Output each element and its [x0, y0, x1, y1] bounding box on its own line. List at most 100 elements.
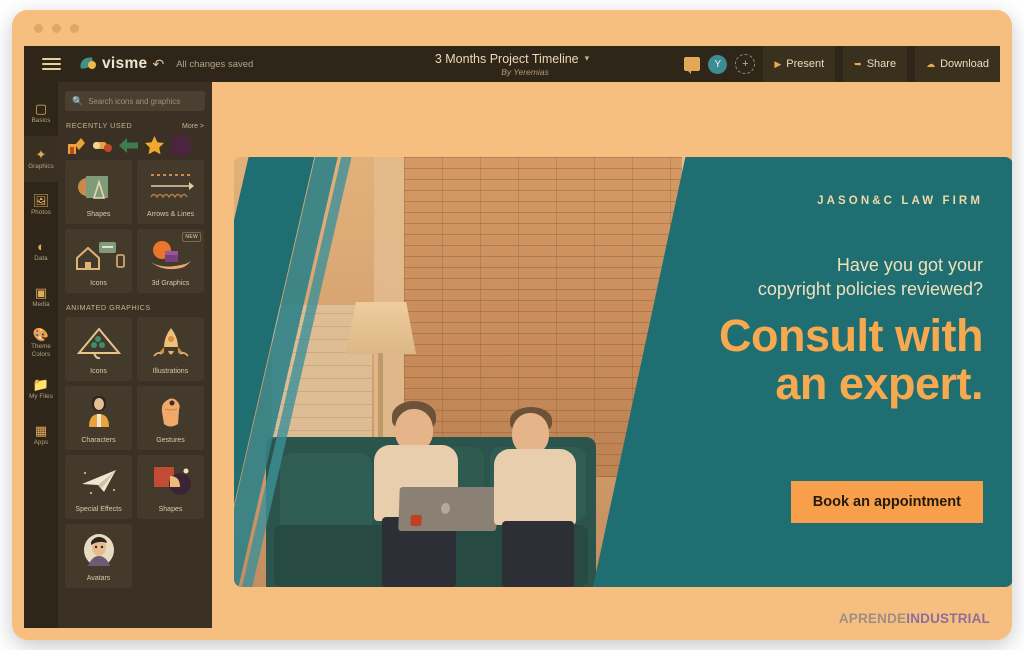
present-button[interactable]: ▶ Present: [763, 46, 836, 82]
avatar[interactable]: Y: [708, 54, 728, 74]
recently-used-more-link[interactable]: More >: [182, 123, 204, 130]
slide-headline-line1: Consult with: [719, 309, 983, 361]
slide-subhead[interactable]: Have you got your copyright policies rev…: [653, 253, 983, 302]
search-icon: 🔍: [72, 95, 84, 106]
tile-animated-shapes[interactable]: Shapes: [137, 455, 204, 519]
tile-3d-graphics[interactable]: NEW 3d Graphics: [137, 229, 204, 293]
visme-mark-icon: [79, 56, 97, 72]
folder-icon: 📁: [32, 376, 50, 392]
share-arrow-icon: ➥: [854, 58, 862, 69]
sidebar-item-label: Graphics: [28, 162, 54, 170]
tile-avatars[interactable]: Avatars: [65, 524, 132, 588]
search-input[interactable]: 🔍 Search icons and graphics: [65, 91, 205, 111]
top-toolbar: visme ↶ All changes saved 3 Months Proje…: [24, 46, 1000, 82]
character-tile-icon: [65, 386, 132, 437]
new-badge: NEW: [182, 232, 201, 242]
tile-label: Icons: [90, 280, 107, 287]
recently-used-row: [65, 135, 205, 160]
download-label: Download: [940, 58, 989, 70]
left-icon-rail: ▢ Basics ✦ Graphics 🖼 Photos ◐ Data ▣ Me…: [24, 82, 58, 628]
chevron-down-icon[interactable]: ▾: [585, 53, 590, 64]
slide-subhead-line2: copyright policies reviewed?: [757, 279, 983, 300]
tile-gestures[interactable]: Gestures: [137, 386, 204, 450]
graphic-star[interactable]: [144, 135, 165, 156]
sidebar-item-photos[interactable]: 🖼 Photos: [24, 182, 58, 228]
tile-label: Avatars: [86, 575, 111, 582]
graphic-left-arrow[interactable]: [118, 135, 139, 156]
app-window: visme ↶ All changes saved 3 Months Proje…: [12, 10, 1012, 640]
tile-label: Illustrations: [152, 368, 189, 375]
tile-icons[interactable]: Icons: [65, 229, 132, 293]
sidebar-item-label: Media: [32, 300, 50, 308]
sidebar-item-graphics[interactable]: ✦ Graphics: [24, 136, 58, 182]
sidebar-item-label: Basics: [31, 116, 51, 124]
sidebar-item-label: Theme Colors: [31, 343, 51, 358]
paper-plane-tile-icon: [65, 455, 132, 506]
sidebar-item-apps[interactable]: ▦ Apps: [24, 412, 58, 458]
slide-kicker[interactable]: JASON&C LAW FIRM: [653, 195, 983, 207]
graphic-square[interactable]: [170, 135, 191, 156]
slide-headline[interactable]: Consult with an expert.: [653, 309, 983, 410]
graphic-capsule[interactable]: [92, 135, 113, 156]
tile-characters[interactable]: Characters: [65, 386, 132, 450]
slide-headline-line2: an expert.: [775, 358, 983, 410]
animated-graphics-header: ANIMATED GRAPHICS: [66, 303, 204, 312]
sidebar-item-my-files[interactable]: 📁 My Files: [24, 366, 58, 412]
editor-canvas[interactable]: JASON&C LAW FIRM Have you got your copyr…: [212, 82, 1012, 640]
tile-label: 3d Graphics: [151, 280, 190, 287]
animated-icons-tile-icon: [65, 317, 132, 368]
window-titlebar: [12, 10, 1012, 46]
tile-special-effects[interactable]: Special Effects: [65, 455, 132, 519]
cloud-download-icon: ☁: [926, 58, 936, 69]
sidebar-item-label: Data: [34, 254, 48, 262]
share-button[interactable]: ➥ Share: [843, 46, 908, 82]
icons-tile-icon: [65, 229, 132, 280]
undo-icon[interactable]: ↶: [152, 57, 164, 71]
window-close-dot[interactable]: [34, 24, 43, 33]
sidebar-item-label: Photos: [31, 208, 51, 216]
tile-label: Characters: [81, 437, 116, 444]
sidebar-item-label: My Files: [29, 392, 53, 400]
hamburger-icon[interactable]: [32, 58, 70, 70]
sidebar-item-data[interactable]: ◐ Data: [24, 228, 58, 274]
graphics-panel: 🔍 Search icons and graphics RECENTLY USE…: [58, 82, 212, 628]
book-appointment-button[interactable]: Book an appointment: [790, 481, 983, 523]
shapes-tile-icon: [65, 160, 132, 211]
slide[interactable]: JASON&C LAW FIRM Have you got your copyr…: [234, 157, 1012, 587]
tile-label: Icons: [90, 368, 107, 375]
graphic-arrow-up[interactable]: [66, 135, 87, 156]
download-button[interactable]: ☁ Download: [915, 46, 1000, 82]
watermark-second: INDUSTRIAL: [906, 611, 990, 626]
share-label: Share: [866, 58, 897, 70]
sidebar-item-theme-colors[interactable]: 🎨 Theme Colors: [24, 320, 58, 366]
tile-illustrations[interactable]: Illustrations: [137, 317, 204, 381]
document-author: By Yeremias: [501, 66, 549, 77]
window-maximize-dot[interactable]: [70, 24, 79, 33]
sidebar-item-media[interactable]: ▣ Media: [24, 274, 58, 320]
arrows-lines-tile-icon: [137, 160, 204, 211]
animated-shapes-tile-icon: [137, 455, 204, 506]
toolbar-right-group: Y + ▶ Present ➥ Share ☁ Download: [684, 46, 1000, 82]
sidebar-item-label: Apps: [33, 438, 49, 446]
graphics-icon: ✦: [35, 146, 47, 162]
watermark: APRENDEINDUSTRIAL: [839, 611, 990, 626]
window-minimize-dot[interactable]: [52, 24, 61, 33]
sidebar-item-basics[interactable]: ▢ Basics: [24, 90, 58, 136]
tile-arrows-lines[interactable]: Arrows & Lines: [137, 160, 204, 224]
plus-icon[interactable]: +: [735, 54, 756, 74]
tile-label: Shapes: [158, 506, 183, 513]
hand-gesture-tile-icon: [137, 386, 204, 437]
save-status: All changes saved: [176, 58, 254, 70]
data-pie-icon: ◐: [37, 238, 45, 254]
comment-icon[interactable]: [684, 57, 701, 74]
tile-shapes[interactable]: Shapes: [65, 160, 132, 224]
search-placeholder: Search icons and graphics: [88, 96, 181, 106]
document-title[interactable]: 3 Months Project Timeline: [435, 52, 579, 66]
recently-used-title: RECENTLY USED: [66, 121, 133, 130]
tile-animated-icons[interactable]: Icons: [65, 317, 132, 381]
media-icon: ▣: [34, 284, 48, 300]
static-graphics-tiles: Shapes Arrows & Lines Icons NEW 3d Graph…: [65, 160, 205, 293]
photos-icon: 🖼: [32, 192, 50, 208]
tile-label: Gestures: [156, 437, 185, 444]
visme-logo[interactable]: visme: [79, 55, 147, 73]
